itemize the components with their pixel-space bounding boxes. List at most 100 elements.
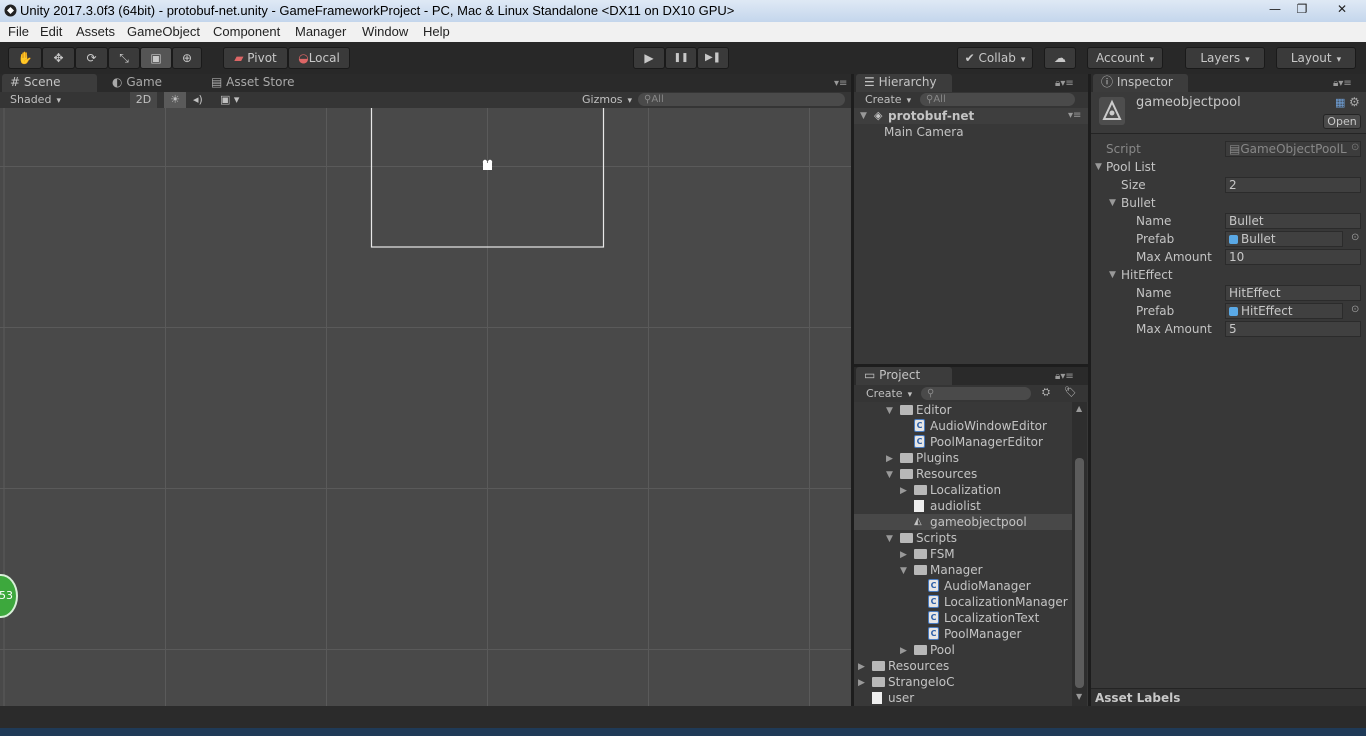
tab-inspector[interactable]: ⓘ Inspector [1093,74,1188,92]
hierarchy-search-input[interactable]: ⚲All [920,93,1075,106]
project-item[interactable]: ▼ Editor [854,402,1072,418]
project-lock-icon[interactable]: 🔒︎▾≡ [1055,371,1074,382]
lighting-toggle[interactable]: ☀ [164,92,186,108]
scale-tool-button[interactable]: ⤡ [108,47,140,69]
project-item[interactable]: ◭ gameobjectpool [854,514,1072,530]
object-picker-icon[interactable]: ⊙ [1351,232,1359,243]
project-item[interactable]: ▼ Manager [854,562,1072,578]
project-item[interactable]: C LocalizationText [854,610,1072,626]
pool-list-label[interactable]: Pool List [1106,160,1156,174]
menu-manager[interactable]: Manager [295,24,346,39]
project-item[interactable]: ▶ Pool [854,642,1072,658]
cloud-button[interactable]: ☁ [1044,47,1076,69]
step-button[interactable]: ▶❚ [697,47,729,69]
project-item[interactable]: C AudioWindowEditor [854,418,1072,434]
project-item[interactable]: C PoolManagerEditor [854,434,1072,450]
fold-open-icon[interactable]: ▼ [900,563,907,579]
2d-toggle[interactable]: 2D [130,92,157,108]
fold-open-icon[interactable]: ▼ [886,467,893,483]
filter-label-icon[interactable]: 🏷︎ [1064,387,1077,398]
open-button[interactable]: Open [1323,114,1361,129]
project-item[interactable]: C AudioManager [854,578,1072,594]
filter-type-icon[interactable]: ⛭ [1042,387,1050,398]
project-item[interactable]: ▶ Localization [854,482,1072,498]
prefab-field[interactable]: Bullet [1225,231,1343,247]
fold-open-icon[interactable]: ▼ [1095,162,1102,172]
menu-gameobject[interactable]: GameObject [127,24,200,39]
fold-closed-icon[interactable]: ▶ [886,451,893,467]
fold-closed-icon[interactable]: ▶ [900,547,907,563]
project-item[interactable]: ▼ Resources [854,466,1072,482]
fold-closed-icon[interactable]: ▶ [858,659,865,675]
hierarchy-create-dropdown[interactable]: Create [865,93,911,106]
fold-open-icon[interactable]: ▼ [1109,270,1116,280]
scroll-up-icon[interactable]: ▲ [1076,404,1082,413]
name-field[interactable]: Bullet [1225,213,1361,229]
tab-hierarchy[interactable]: ☰ Hierarchy [856,74,952,92]
project-item[interactable]: audiolist [854,498,1072,514]
project-item[interactable]: ▼ Scripts [854,530,1072,546]
scrollbar-thumb[interactable] [1075,458,1084,688]
gear-icon[interactable]: ⚙ [1349,95,1360,109]
fold-open-icon[interactable]: ▼ [886,531,893,547]
scroll-down-icon[interactable]: ▼ [1076,692,1082,701]
audio-toggle[interactable]: ◂) [193,93,203,106]
project-item[interactable]: ▶ StrangeIoC [854,674,1072,690]
hierarchy-item-main-camera[interactable]: Main Camera [884,124,964,140]
account-dropdown[interactable]: Account [1087,47,1163,69]
menu-help[interactable]: Help [423,24,450,39]
scene-view[interactable]: 53 [0,108,851,706]
object-picker-icon[interactable]: ⊙ [1351,142,1359,153]
fold-closed-icon[interactable]: ▶ [900,643,907,659]
scene-options-icon[interactable]: ▾≡ [1068,108,1081,124]
max-amount-field[interactable]: 5 [1225,321,1361,337]
object-picker-icon[interactable]: ⊙ [1351,304,1359,315]
help-icon[interactable]: ▦ [1335,96,1345,109]
collab-dropdown[interactable]: ✔ Collab [957,47,1033,69]
pool-entry-header[interactable]: Bullet [1121,196,1156,210]
pivot-toggle[interactable]: ▰ Pivot [223,47,288,69]
fold-open-icon[interactable]: ▼ [886,403,893,419]
menu-edit[interactable]: Edit [40,24,62,39]
restore-button[interactable]: ❐ [1289,1,1315,17]
close-button[interactable]: ✕ [1322,1,1362,17]
local-toggle[interactable]: ◒Local [288,47,350,69]
layers-dropdown[interactable]: Layers [1185,47,1265,69]
rotate-tool-button[interactable]: ⟳ [75,47,108,69]
asset-labels-bar[interactable]: Asset Labels [1091,688,1366,706]
project-item[interactable]: user [854,690,1072,706]
scene-root-row[interactable]: ▼ ◈ protobuf-net ▾≡ [854,108,1088,124]
panel-menu-icon[interactable]: ▾≡ [834,78,847,89]
lock-icon[interactable]: 🔒︎▾≡ [1055,78,1074,89]
fold-closed-icon[interactable]: ▶ [858,675,865,691]
menu-assets[interactable]: Assets [76,24,115,39]
project-scrollbar[interactable]: ▲ ▼ [1072,402,1087,706]
hand-tool-button[interactable]: ✋ [8,47,42,69]
fold-open-icon[interactable]: ▼ [860,108,867,124]
project-search-input[interactable]: ⚲ [921,387,1031,400]
rect-tool-button[interactable]: ▣ [140,47,172,69]
fold-open-icon[interactable]: ▼ [1109,198,1116,208]
max-amount-field[interactable]: 10 [1225,249,1361,265]
prefab-field[interactable]: HitEffect [1225,303,1343,319]
move-tool-button[interactable]: ✥ [42,47,75,69]
inspector-lock-icon[interactable]: 🔒︎▾≡ [1333,78,1352,89]
project-item[interactable]: C PoolManager [854,626,1072,642]
tab-project[interactable]: ▭ Project [856,367,952,385]
transform-tool-button[interactable]: ⊕ [172,47,202,69]
pause-button[interactable]: ❚❚ [665,47,697,69]
fold-closed-icon[interactable]: ▶ [900,483,907,499]
gizmos-dropdown[interactable]: Gizmos [582,93,632,106]
play-button[interactable]: ▶ [633,47,665,69]
project-item[interactable]: ▶ Resources [854,658,1072,674]
menu-window[interactable]: Window [362,24,408,39]
tab-scene[interactable]: # Scene [2,74,97,92]
scene-search-input[interactable]: ⚲All [638,93,845,106]
project-create-dropdown[interactable]: Create [866,387,912,400]
tab-asset-store[interactable]: ▤ Asset Store [203,74,343,92]
effects-dropdown[interactable]: ▣ ▾ [220,93,239,106]
size-field[interactable]: 2 [1225,177,1361,193]
tab-game[interactable]: ◐ Game [104,74,194,92]
menu-component[interactable]: Component [213,24,280,39]
layout-dropdown[interactable]: Layout [1276,47,1356,69]
